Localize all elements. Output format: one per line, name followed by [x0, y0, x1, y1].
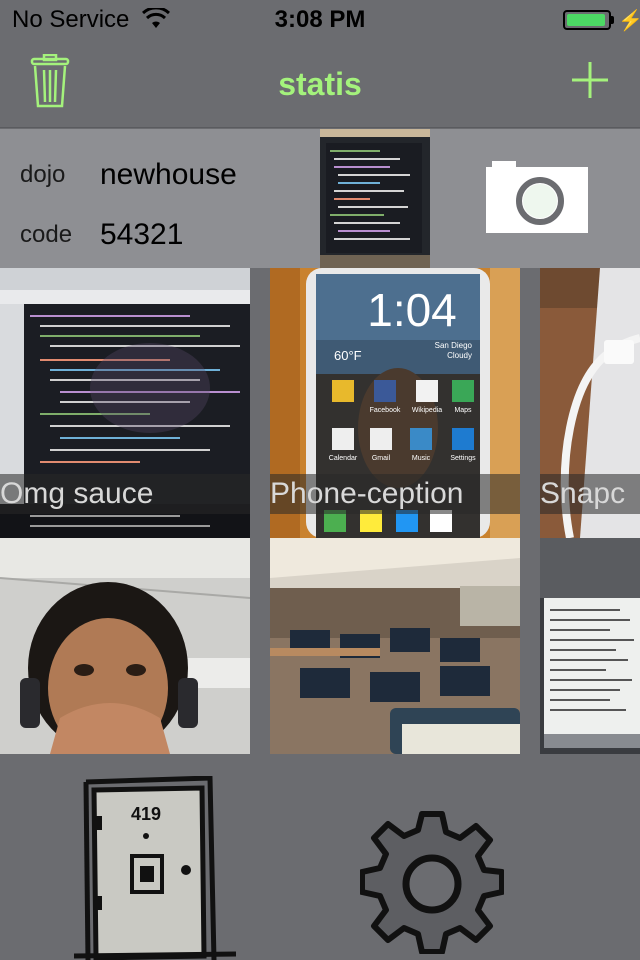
photo-tile[interactable]	[0, 538, 250, 754]
dojo-thumbnail[interactable]	[320, 129, 430, 268]
photo-grid: Omg sauce 1:04 60°F San Diego Cloudy Fac…	[0, 268, 640, 754]
camera-icon[interactable]	[486, 161, 588, 233]
phone-app-label: Facebook	[370, 407, 401, 414]
phone-clock: 1:04	[367, 284, 457, 336]
gear-icon[interactable]	[360, 810, 504, 954]
clock: 3:08 PM	[274, 6, 366, 33]
battery-tip	[611, 16, 614, 24]
status-bar: No Service 3:08 PM ⚡	[0, 0, 640, 40]
phone-temperature: 60°F	[334, 348, 362, 363]
charging-bolt-icon: ⚡	[618, 10, 640, 32]
photo-tile[interactable]: 1:04 60°F San Diego Cloudy Facebook Wiki…	[270, 268, 520, 538]
battery-icon	[563, 10, 611, 30]
photo-caption: Snapc	[540, 474, 640, 514]
code-label: code	[20, 221, 73, 248]
photo-tile[interactable]	[540, 538, 640, 754]
phone-app-label: Settings	[450, 455, 476, 462]
phone-city: San Diego	[435, 341, 473, 350]
dojo-info-panel: dojo newhouse code 54321	[0, 129, 640, 268]
phone-app-label: Calendar	[329, 455, 358, 462]
phone-app-label: Maps	[454, 407, 472, 414]
photo-caption: Omg sauce	[0, 474, 250, 514]
photo-caption: Phone-ception	[270, 474, 520, 514]
photo-tile[interactable]	[270, 538, 520, 754]
door-number: 419	[131, 804, 161, 824]
plus-icon[interactable]	[570, 60, 610, 100]
phone-weather: Cloudy	[447, 351, 472, 360]
code-value: 54321	[100, 218, 184, 251]
photo-tile[interactable]: Omg sauce	[0, 268, 250, 538]
phone-app-label: Music	[412, 455, 431, 462]
navigation-bar: statis	[0, 40, 640, 128]
dojo-label: dojo	[20, 161, 66, 188]
photo-tile[interactable]: Snapc	[540, 268, 640, 538]
page-title: statis	[278, 66, 362, 102]
door-icon[interactable]: 419	[74, 776, 236, 960]
phone-app-label: Gmail	[372, 455, 391, 462]
bottom-toolbar: 419	[0, 754, 640, 960]
dojo-value: newhouse	[100, 158, 237, 191]
phone-app-label: Wikipedia	[412, 407, 442, 414]
